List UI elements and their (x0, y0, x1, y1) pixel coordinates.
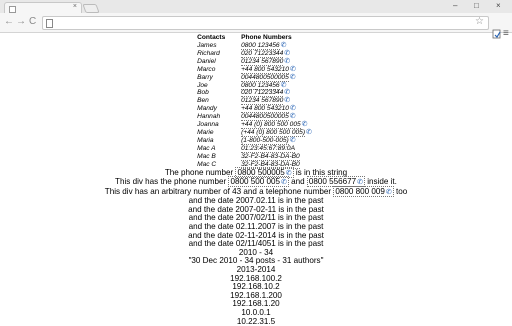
contact-name: Joanna (197, 121, 219, 129)
phone-number-cell: 32-F2-B4-83-DA-B0 (241, 152, 315, 161)
phone-number-cell: 0044800500005✆ (241, 113, 315, 122)
phone-number[interactable]: 0800 123456 (241, 42, 280, 50)
forward-icon[interactable]: → (16, 16, 26, 28)
contact-name: Ben (197, 97, 209, 105)
phone-link-icon[interactable]: ✆ (290, 137, 296, 145)
tab-strip: × – □ × (0, 0, 512, 14)
phone-number[interactable]: +44 800 543210 (241, 65, 289, 74)
phone-number[interactable]: (1-800-500-005) (241, 136, 289, 145)
phone-number[interactable]: +44 (0) 800 500 005 (241, 121, 301, 130)
browser-toolbar: ← → C ☆ ≡ (0, 13, 512, 39)
phone-number-cell: 01234 567890✆ (241, 57, 315, 66)
contact-name: Mac B (197, 152, 216, 160)
phone-number[interactable]: 32-F2-B4-83-DA-B0 (241, 152, 300, 161)
tab-close-icon[interactable]: × (73, 3, 77, 10)
table-header-row: Contacts Phone Numbers (197, 33, 315, 42)
phone-numbers-header: Phone Numbers (241, 33, 292, 41)
back-icon[interactable]: ← (4, 16, 14, 28)
contacts-header: Contacts (197, 33, 226, 41)
table-row: James 0800 123456✆ (197, 42, 315, 50)
contact-name: Mandy (197, 105, 217, 113)
phone-link-icon[interactable]: ✆ (290, 66, 296, 74)
contact-name: James (197, 42, 217, 49)
phone-number-cell: +44 800 543210✆ (241, 65, 315, 74)
phone-link-icon[interactable]: ✆ (386, 189, 392, 198)
phone-link-icon[interactable]: ✆ (290, 113, 296, 121)
phone-link-icon[interactable]: ✆ (281, 42, 287, 50)
contact-name: Joe (197, 81, 208, 89)
phone-link-icon[interactable]: ✆ (284, 58, 290, 66)
phone-number-cell: (1-800-500-005)✆ (241, 136, 315, 145)
contact-name: Marco (197, 65, 216, 73)
phone-link-icon[interactable]: ✆ (290, 105, 296, 113)
contact-name: Bob (197, 89, 209, 97)
phone-number-cell: +44 800 543210✆ (241, 105, 315, 114)
maximize-icon[interactable]: □ (474, 1, 479, 10)
table-row: Daniel 01234 567890✆ (197, 57, 315, 66)
phone-number[interactable]: 01:23:45:67:89:0A (241, 144, 295, 153)
window-close-icon[interactable]: × (496, 1, 501, 10)
phone-number[interactable]: (+44 (0) 800 500 005) (241, 128, 306, 137)
phone-link[interactable]: 0800 500 005✆ (228, 176, 289, 188)
page-favicon-icon (9, 6, 16, 13)
table-row: Richard 020 71223344✆ (197, 49, 315, 58)
table-row: Marie (+44 (0) 800 500 005)✆ (197, 128, 315, 137)
contact-name: Barry (197, 73, 213, 81)
phone-number-cell: 0044800500005✆ (241, 73, 315, 82)
phone-number-cell: 01:23:45:67:89:0A (241, 144, 315, 153)
phone-link[interactable]: 0800 800 009✆ (333, 185, 394, 198)
table-row: Mac B 32-F2-B4-83-DA-B0 (197, 152, 315, 161)
phone-number-cell: 0800 123456✆ (241, 42, 315, 50)
phone-link-icon[interactable]: ✆ (302, 121, 308, 129)
table-row: Maria (1-800-500-005)✆ (197, 136, 315, 145)
phone-number-cell: 020 71223344✆ (241, 49, 315, 58)
phone-number[interactable]: 0044800500005 (241, 73, 289, 82)
table-row: Joanna +44 (0) 800 500 005✆ (197, 121, 315, 130)
table-row: Marco +44 800 543210✆ (197, 65, 315, 74)
phone-number[interactable]: 0044800500005 (241, 113, 289, 122)
reload-icon[interactable]: C (29, 16, 36, 28)
contact-name: Marie (197, 128, 214, 136)
contacts-table: Contacts Phone Numbers James 0800 123456✆… (197, 33, 315, 169)
contact-name: Maria (197, 136, 214, 144)
page-content: Contacts Phone Numbers James 0800 123456✆… (0, 33, 512, 326)
page-icon (46, 19, 53, 28)
phone-number[interactable]: 01234 567890 (241, 57, 284, 66)
contact-name: Daniel (197, 57, 216, 65)
table-row: Hannah 0044800500005✆ (197, 113, 315, 122)
contact-name: Hannah (197, 113, 221, 121)
contact-name: Richard (197, 49, 220, 57)
minimize-icon[interactable]: – (453, 1, 457, 10)
new-tab-button[interactable] (82, 4, 100, 13)
phone-number-cell: +44 (0) 800 500 005✆ (241, 121, 315, 130)
address-bar[interactable]: ☆ (42, 16, 489, 30)
phone-link-icon[interactable]: ✆ (284, 50, 290, 58)
text-line: 10.22.31.5 (236, 316, 276, 326)
phone-link-icon[interactable]: ✆ (306, 129, 312, 137)
bookmark-star-icon[interactable]: ☆ (475, 16, 484, 27)
phone-number-cell: (+44 (0) 800 500 005)✆ (241, 128, 315, 137)
phone-link-icon[interactable]: ✆ (290, 74, 296, 82)
contact-name: Mac A (197, 144, 216, 152)
table-row: Mandy +44 800 543210✆ (197, 105, 315, 114)
phone-number[interactable]: 020 71223344 (241, 49, 284, 58)
table-row: Mac A 01:23:45:67:89:0A (197, 144, 315, 153)
table-row: Barry 0044800500005✆ (197, 73, 315, 82)
